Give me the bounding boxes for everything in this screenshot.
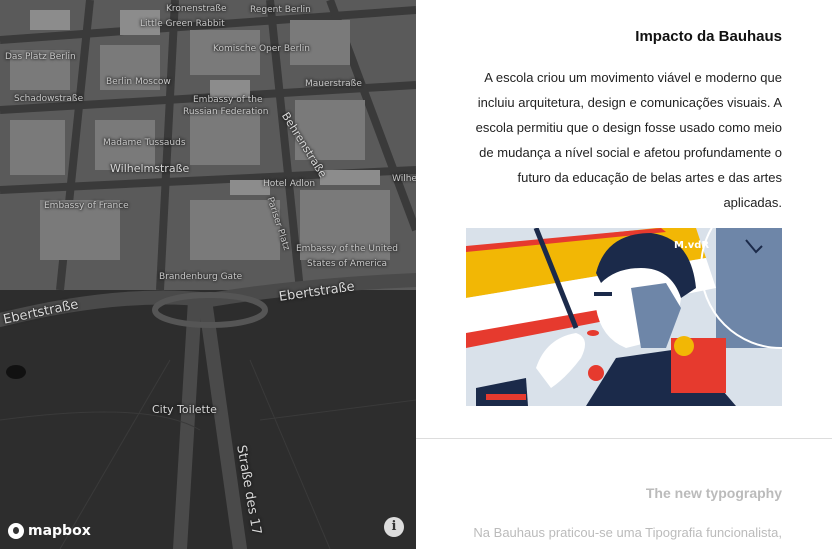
map-label-mauerstrasse: Mauerstraße (305, 79, 362, 89)
map-label-berlin-moscow: Berlin Moscow (106, 77, 171, 87)
map-label-das-platz-berlin: Das Platz Berlin (5, 52, 76, 62)
section-body: A escola criou um movimento viável e mod… (475, 70, 782, 210)
story-panel[interactable]: Impacto da Bauhaus A escola criou um mov… (416, 0, 832, 549)
illustration-signature: M.vdR (674, 240, 709, 251)
map-label-schadowstrasse: Schadowstraße (14, 94, 84, 104)
map-label-wilhelmstrasse: Wilhelmstraße (110, 162, 190, 175)
map-label-embassy-france: Embassy of France (44, 201, 129, 211)
map-view[interactable]: Kronenstraße Little Green Rabbit Regent … (0, 0, 416, 549)
map-label-kronenstrasse: Kronenstraße (166, 4, 227, 14)
map-label-embassy-russia-line2: Russian Federation (183, 107, 269, 117)
section-body: Na Bauhaus praticou-se uma Tipografia fu… (473, 525, 782, 540)
map-label-brandenburg-gate: Brandenburg Gate (159, 272, 243, 282)
map-label-little-green-rabbit: Little Green Rabbit (140, 19, 225, 29)
bauhaus-portrait-illustration: M.vdR (466, 228, 782, 406)
info-icon[interactable]: i (384, 517, 404, 537)
map-label-regent-berlin: Regent Berlin (250, 5, 311, 15)
map-label-city-toilette: City Toilette (152, 403, 217, 416)
map-label-madame-tussauds: Madame Tussauds (103, 138, 186, 148)
map-label-embassy-usa-line1: Embassy of the United (296, 244, 398, 254)
section-divider (416, 438, 832, 439)
mapbox-wordmark: mapbox (28, 523, 91, 539)
map-label-hotel-adlon: Hotel Adlon (263, 179, 316, 189)
section-title: The new typography (645, 485, 782, 501)
map-label-wilhe: Wilhe (392, 174, 416, 184)
mapbox-logo-icon (8, 523, 24, 539)
mapbox-attribution-link[interactable]: mapbox (8, 523, 91, 539)
section-title: Impacto da Bauhaus (635, 28, 782, 45)
map-label-embassy-russia-line1: Embassy of the (193, 95, 263, 105)
map-label-komische-oper: Komische Oper Berlin (213, 44, 310, 54)
map-label-embassy-usa-line2: States of America (307, 259, 388, 269)
